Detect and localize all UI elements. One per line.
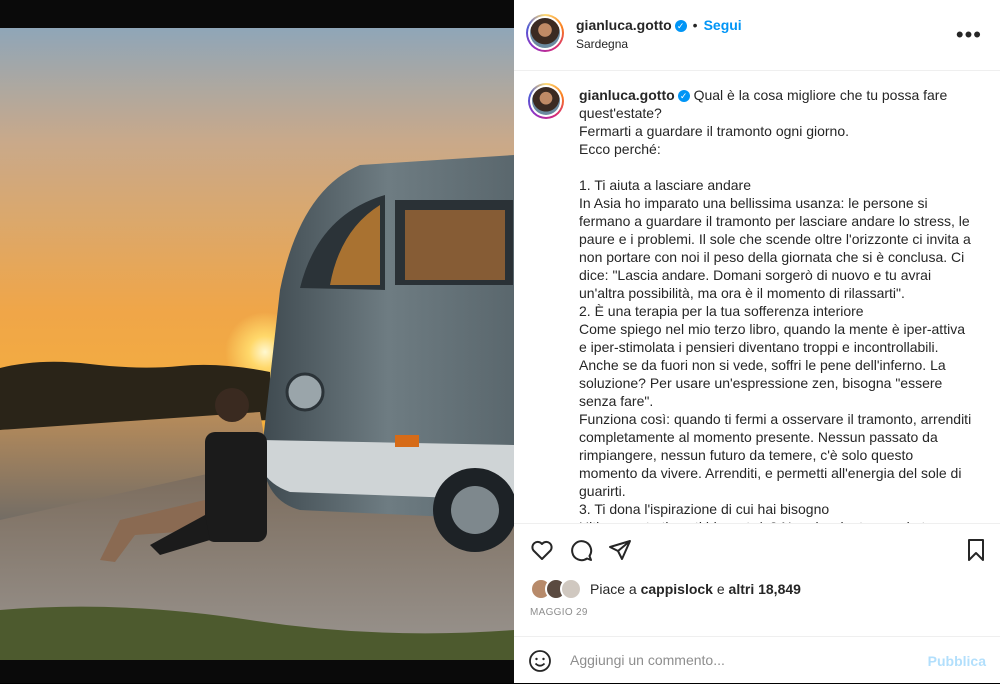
likes-connector: e [716, 581, 725, 597]
post-actions [514, 524, 1000, 574]
verified-badge-icon: ✓ [674, 19, 687, 32]
follow-button[interactable]: Segui [704, 17, 742, 33]
liker-avatar [560, 578, 582, 600]
emoji-icon[interactable] [528, 649, 552, 678]
share-icon[interactable] [608, 538, 632, 567]
post-header: gianluca.gotto ✓ • Segui Sardegna ••• [514, 0, 1000, 71]
post-photo[interactable] [0, 0, 514, 683]
caption-scroll-area[interactable]: gianluca.gotto ✓ Qual è la cosa migliore … [514, 71, 1000, 524]
caption-author-avatar[interactable] [528, 83, 564, 119]
likes-others[interactable]: altri 18,849 [729, 581, 801, 597]
post-date[interactable]: MAGGIO 29 [530, 607, 588, 618]
comment-bar: Pubblica [514, 636, 1000, 684]
verified-badge-icon: ✓ [677, 90, 690, 103]
separator-dot: • [692, 17, 698, 33]
publish-button[interactable]: Pubblica [928, 653, 986, 669]
more-horizontal-icon[interactable]: ••• [956, 22, 982, 48]
likes-prefix: Piace a [590, 581, 637, 597]
sunset-van-photo [0, 0, 514, 683]
liker-username[interactable]: cappislock [641, 581, 713, 597]
likes-summary: Piace a cappislock e altri 18,849 [530, 578, 801, 600]
author-username[interactable]: gianluca.gotto [576, 17, 672, 33]
post-caption: gianluca.gotto ✓ Qual è la cosa migliore … [579, 86, 974, 523]
comment-icon[interactable] [569, 538, 593, 567]
bookmark-icon[interactable] [964, 538, 988, 567]
author-avatar[interactable] [526, 14, 564, 52]
heart-icon[interactable] [530, 538, 554, 567]
caption-text: Qual è la cosa migliore che tu possa far… [579, 87, 972, 523]
comment-input[interactable] [568, 651, 902, 669]
post-location[interactable]: Sardegna [576, 37, 628, 51]
post-details-panel: gianluca.gotto ✓ • Segui Sardegna ••• gianl… [514, 0, 1000, 683]
caption-username[interactable]: gianluca.gotto [579, 87, 675, 103]
